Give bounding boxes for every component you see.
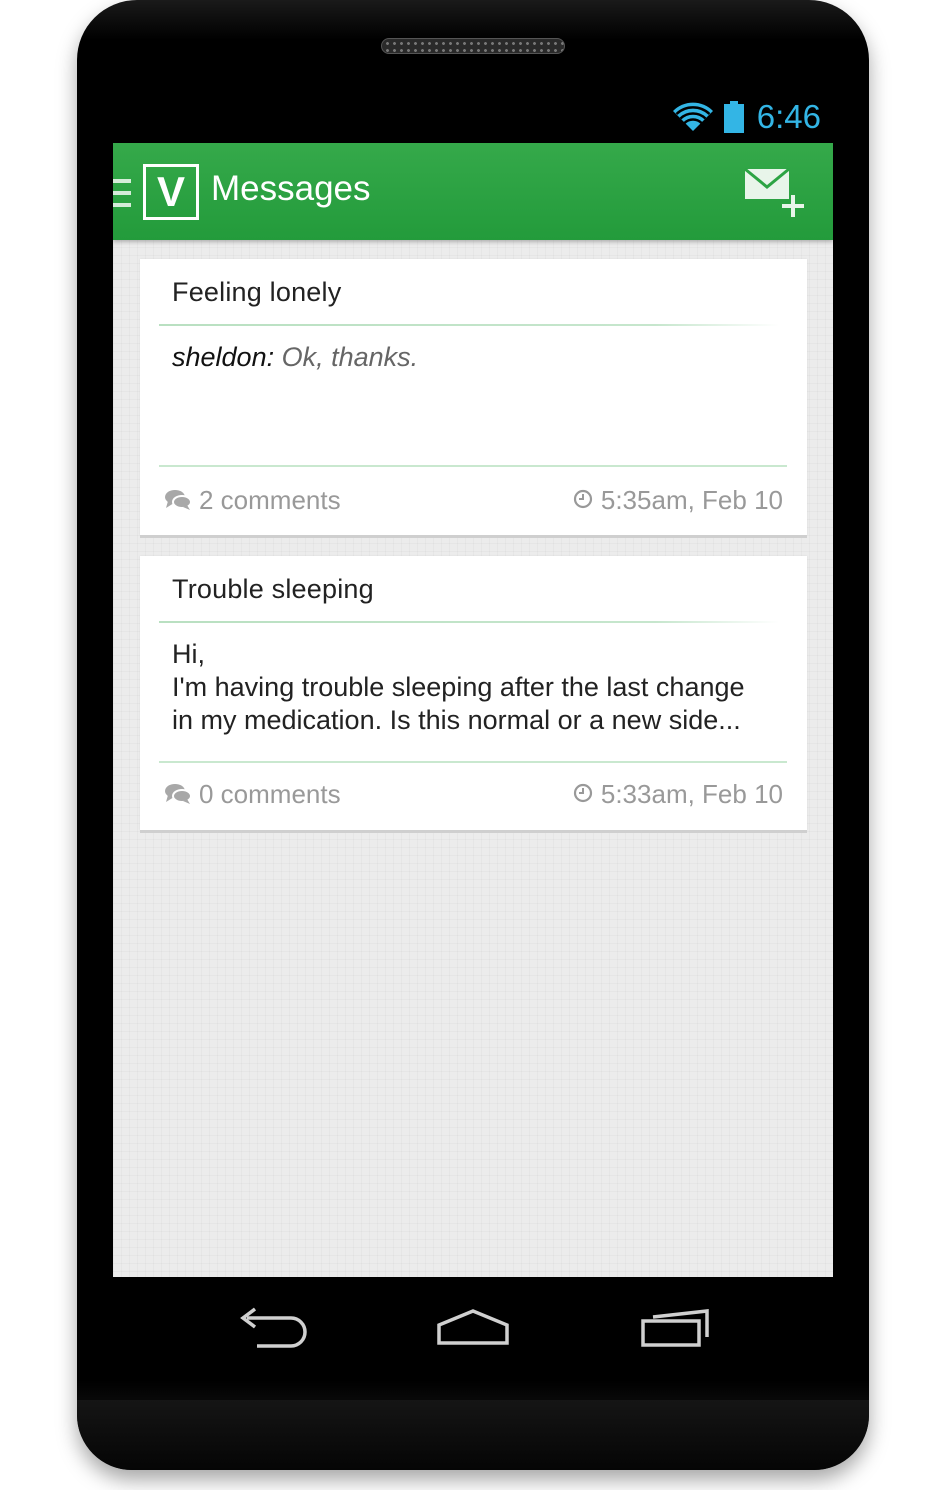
comments-icon xyxy=(165,490,191,510)
battery-icon xyxy=(724,101,744,133)
drawer-icon[interactable] xyxy=(113,179,131,207)
comments-count[interactable]: 2 comments xyxy=(165,485,341,516)
home-icon[interactable] xyxy=(433,1305,513,1351)
message-author: sheldon: xyxy=(172,342,275,372)
clock-icon xyxy=(573,489,592,509)
comments-label: 0 comments xyxy=(199,779,341,809)
navigation-bar xyxy=(113,1277,833,1387)
wifi-icon xyxy=(673,102,713,131)
comments-count[interactable]: 0 comments xyxy=(165,779,341,810)
timestamp-label: 5:33am, Feb 10 xyxy=(600,779,783,809)
divider xyxy=(159,324,779,326)
compose-message-icon[interactable] xyxy=(741,163,811,221)
message-preview: sheldon: Ok, thanks. xyxy=(172,341,782,374)
comments-label: 2 comments xyxy=(199,485,341,515)
comments-icon xyxy=(165,784,191,804)
divider xyxy=(159,761,787,763)
timestamp-label: 5:35am, Feb 10 xyxy=(600,485,783,515)
message-card[interactable]: Feeling lonely sheldon: Ok, thanks. 2 co… xyxy=(140,259,807,535)
action-bar: V Messages xyxy=(113,143,833,240)
message-card[interactable]: Trouble sleeping Hi, I'm having trouble … xyxy=(140,556,807,830)
phone-speaker xyxy=(381,38,565,54)
app-screen: V Messages Feeling lonely sheldon: Ok, t… xyxy=(113,143,833,1277)
recents-icon[interactable] xyxy=(635,1305,715,1351)
message-preview-line: in my medication. Is this normal or a ne… xyxy=(172,705,741,735)
message-preview: Hi, I'm having trouble sleeping after th… xyxy=(172,638,782,737)
message-timestamp: 5:35am, Feb 10 xyxy=(573,485,783,516)
back-icon[interactable] xyxy=(235,1305,315,1351)
message-preview-line: Hi, xyxy=(172,639,205,669)
message-preview-text: Ok, thanks. xyxy=(281,342,419,372)
app-logo[interactable]: V xyxy=(143,164,199,220)
status-time: 6:46 xyxy=(756,98,821,135)
divider xyxy=(159,465,787,467)
clock-icon xyxy=(573,783,592,803)
phone-bottom-edge xyxy=(77,1400,869,1470)
message-title: Feeling lonely xyxy=(172,277,342,307)
page-title: Messages xyxy=(211,169,371,208)
status-bar: 6:46 xyxy=(113,92,833,143)
divider xyxy=(159,621,779,623)
message-preview-line: I'm having trouble sleeping after the la… xyxy=(172,672,745,702)
message-title: Trouble sleeping xyxy=(172,574,374,604)
message-timestamp: 5:33am, Feb 10 xyxy=(573,779,783,810)
